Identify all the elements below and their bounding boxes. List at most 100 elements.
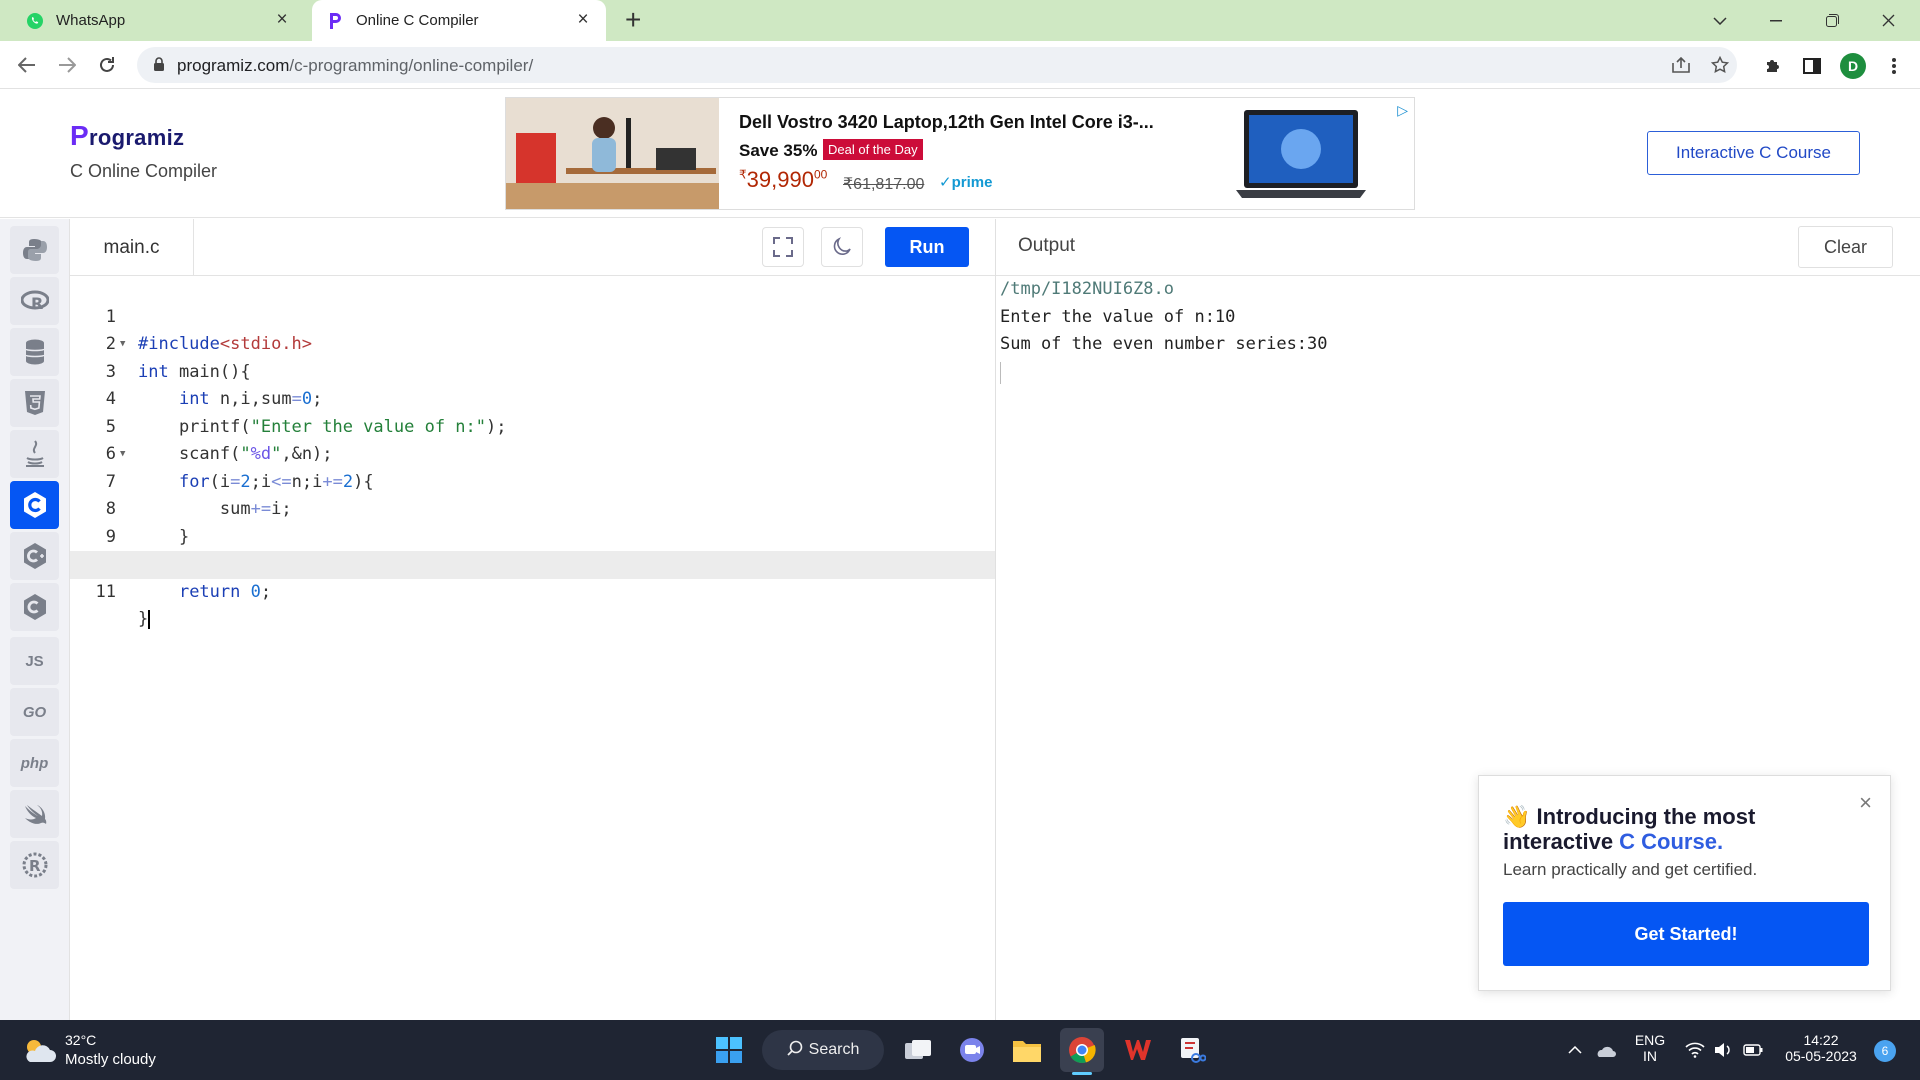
panel-divider[interactable] <box>995 219 996 1020</box>
close-tab-icon[interactable]: × <box>574 10 592 29</box>
code-line: 7 sum+=i; <box>105 471 292 520</box>
minimize-icon[interactable] <box>1748 0 1804 41</box>
file-explorer-icon[interactable] <box>1005 1028 1049 1072</box>
browser-toolbar: programiz.com/c-programming/online-compi… <box>0 41 1920 89</box>
chrome-icon[interactable] <box>1060 1028 1104 1075</box>
battery-icon[interactable] <box>1738 1028 1768 1072</box>
adchoices-icon[interactable]: ▷ <box>1397 102 1408 119</box>
html5-icon[interactable] <box>10 379 59 427</box>
page-subtitle: C Online Compiler <box>70 161 218 181</box>
active-app-indicator <box>1072 1072 1092 1075</box>
code-line-current: 11 } <box>70 551 995 629</box>
tab-search-chevron-icon[interactable] <box>1692 0 1748 41</box>
run-button[interactable]: Run <box>885 227 969 267</box>
search-label: Search <box>808 1041 860 1058</box>
new-tab-icon[interactable]: + <box>625 6 641 34</box>
deal-badge: Deal of the Day <box>823 139 923 160</box>
svg-text:R: R <box>31 294 43 312</box>
teams-chat-icon[interactable] <box>950 1028 994 1072</box>
prime-badge: ✓prime <box>939 174 993 191</box>
wps-office-icon[interactable] <box>1115 1028 1159 1072</box>
code-line: 5 scanf("%d",&n); <box>105 416 333 465</box>
programiz-favicon-icon <box>326 12 344 30</box>
code-line: 10 return 0; <box>96 554 272 602</box>
promo-heading: 👋 Introducing the most interactive C Cou… <box>1503 804 1756 854</box>
swift-icon[interactable] <box>10 790 59 838</box>
side-panel-icon[interactable] <box>1801 55 1823 77</box>
onedrive-cloud-icon[interactable] <box>1590 1028 1620 1072</box>
close-window-icon[interactable] <box>1860 0 1916 41</box>
csharp-icon[interactable] <box>10 583 59 631</box>
cloudy-weather-icon <box>22 1038 56 1069</box>
tab-whatsapp[interactable]: WhatsApp × <box>0 0 305 41</box>
address-bar[interactable]: programiz.com/c-programming/online-compi… <box>137 47 1737 83</box>
kebab-menu-icon[interactable] <box>1883 55 1905 77</box>
wifi-icon[interactable] <box>1680 1028 1710 1072</box>
output-line: /tmp/I182NUI6Z8.o <box>1000 279 1174 299</box>
laptop-image <box>1236 108 1366 203</box>
close-tab-icon[interactable]: × <box>273 10 291 29</box>
text-cursor <box>148 609 151 629</box>
input-language-indicator[interactable]: ENG IN <box>1630 1032 1670 1064</box>
search-icon <box>787 1040 803 1061</box>
output-toolbar: Output Clear <box>996 219 1920 276</box>
tab-label: Online C Compiler <box>356 12 479 29</box>
forward-arrow-icon[interactable] <box>51 49 83 81</box>
code-line: 1 #include<stdio.h> <box>105 306 313 355</box>
dark-mode-moon-icon[interactable] <box>821 227 863 267</box>
whatsapp-icon <box>26 12 44 30</box>
back-arrow-icon[interactable] <box>11 49 43 81</box>
file-tab-main-c[interactable]: main.c <box>70 219 194 276</box>
output-cursor <box>1000 362 1001 384</box>
fullscreen-icon[interactable] <box>762 227 804 267</box>
cpp-icon[interactable] <box>10 532 59 580</box>
rust-icon[interactable]: R <box>10 841 59 889</box>
output-title: Output <box>1018 235 1076 256</box>
tab-online-c-compiler[interactable]: Online C Compiler × <box>312 0 606 41</box>
close-popup-icon[interactable]: × <box>1859 790 1872 816</box>
code-line: 6 ▼ for(i=2;i<=n;i+=2){ <box>70 414 995 492</box>
code-line: 9 printf("Sum of the even number series:… <box>105 526 681 575</box>
python-icon[interactable] <box>10 226 59 274</box>
site-header: Programiz C Online Compiler Dell Vostro … <box>0 90 1920 218</box>
code-line: 8 } <box>105 499 190 547</box>
svg-text:R: R <box>29 857 41 875</box>
javascript-icon[interactable]: JS <box>10 637 59 685</box>
restore-icon[interactable] <box>1804 0 1860 41</box>
get-started-button[interactable]: Get Started! <box>1503 902 1869 966</box>
code-editor[interactable]: 1 #include<stdio.h> 2 ▼ int main(){ 3 int… <box>70 276 995 1020</box>
wave-emoji-icon: 👋 <box>1503 804 1531 829</box>
extensions-puzzle-icon[interactable] <box>1762 55 1784 77</box>
interactive-course-button[interactable]: Interactive C Course <box>1647 131 1860 175</box>
ad-product-photo <box>506 98 719 209</box>
ad-title: Dell Vostro 3420 Laptop,12th Gen Intel C… <box>739 112 1154 132</box>
profile-avatar[interactable]: D <box>1840 53 1866 79</box>
ad-original-price: ₹61,817.00 <box>843 176 925 193</box>
bookmark-star-icon[interactable] <box>1710 55 1730 75</box>
advertisement-banner[interactable]: Dell Vostro 3420 Laptop,12th Gen Intel C… <box>505 97 1415 210</box>
lock-icon <box>153 57 165 77</box>
notification-badge[interactable]: 6 <box>1874 1040 1896 1062</box>
show-hidden-icons-chevron-icon[interactable] <box>1560 1028 1590 1072</box>
share-icon[interactable] <box>1671 55 1691 75</box>
output-line: Enter the value of n:10 <box>1000 306 1236 327</box>
php-icon[interactable]: php <box>10 739 59 787</box>
r-icon[interactable]: R <box>10 277 59 325</box>
snipping-tool-icon[interactable] <box>1170 1028 1214 1072</box>
go-icon[interactable]: GO <box>10 688 59 736</box>
task-view-icon[interactable] <box>896 1028 940 1072</box>
language-sidebar: R JS GO php R <box>0 219 70 1020</box>
sql-database-icon[interactable] <box>10 328 59 376</box>
clock[interactable]: 14:22 05-05-2023 <box>1776 1032 1866 1064</box>
windows-start-icon[interactable] <box>707 1028 751 1072</box>
ad-discount: Save 35% <box>739 141 818 160</box>
programiz-logo[interactable]: Programiz <box>70 120 184 152</box>
volume-icon[interactable] <box>1708 1028 1738 1072</box>
output-line: Sum of the even number series:30 <box>1000 334 1328 354</box>
c-language-icon[interactable] <box>10 481 59 529</box>
java-icon[interactable] <box>10 430 59 478</box>
taskbar-search-box[interactable]: Search <box>762 1030 884 1070</box>
editor-toolbar: main.c Run <box>70 219 995 276</box>
reload-icon[interactable] <box>91 49 123 81</box>
clear-button[interactable]: Clear <box>1798 226 1893 268</box>
